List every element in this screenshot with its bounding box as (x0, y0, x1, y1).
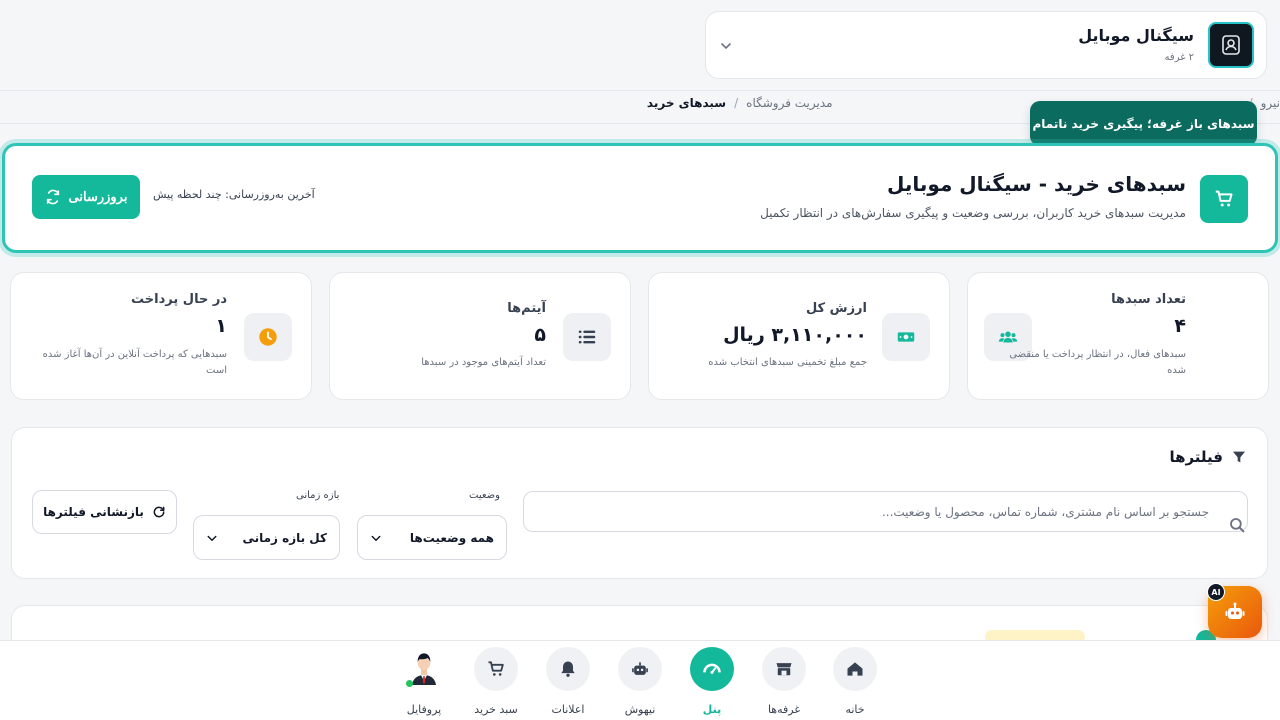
refresh-icon (46, 189, 59, 205)
store-selector[interactable]: سیگنال موبایل ۲ غرفه (705, 11, 1267, 79)
stat-label: ارزش کل (805, 301, 867, 316)
nav-label: پروفایل (406, 703, 442, 716)
avatar (404, 647, 444, 687)
reset-filters-button[interactable]: بازنشانی فیلترها (32, 490, 177, 534)
nav-item-panel[interactable]: پنل (682, 647, 742, 716)
cart-icon (1200, 175, 1248, 223)
money-icon (882, 313, 930, 361)
nav-label: پنل (702, 703, 722, 716)
guide-tooltip: سبدهای باز غرفه؛ پیگیری خرید ناتمام (1030, 101, 1257, 146)
chevron-down-icon (371, 535, 381, 541)
stat-label: تعداد سبدها (1111, 292, 1186, 307)
stat-value: ۵ (534, 324, 546, 346)
list-icon (563, 313, 611, 361)
filters-panel: فیلترها وضعیت همه وضعیت‌ها بازه زمانی کل… (11, 427, 1268, 579)
nav-label: غرفه‌ها (767, 703, 801, 716)
store-booth-count: ۲ غرفه (1164, 52, 1194, 63)
refresh-label: بروزرسانی (68, 189, 128, 204)
search-input[interactable] (524, 492, 1247, 531)
stat-value: ۳,۱۱۰,۰۰۰ ریال (723, 324, 867, 346)
robot-icon (618, 647, 662, 691)
store-name: سیگنال موبایل (1078, 26, 1194, 45)
nav-label: خانه (845, 703, 865, 716)
nav-item-stores[interactable]: غرفه‌ها (754, 647, 814, 716)
period-select-value: کل بازه زمانی (242, 530, 327, 545)
store-logo-icon (1222, 35, 1240, 55)
refresh-button[interactable]: بروزرسانی (32, 175, 140, 219)
nav-item-home[interactable]: خانه (825, 647, 885, 716)
stat-description: تعداد آیتم‌های موجود در سبدها (421, 357, 546, 368)
search-field[interactable] (523, 491, 1248, 532)
status-select[interactable]: همه وضعیت‌ها (357, 515, 507, 560)
reset-filters-label: بازنشانی فیلترها (43, 505, 144, 519)
stat-description: جمع مبلغ تخمینی سبدهای انتخاب شده (708, 357, 867, 368)
store-logo (1208, 22, 1254, 68)
reset-icon (153, 506, 165, 518)
page-subtitle: مدیریت سبدهای خرید کاربران، بررسی وضعیت … (760, 206, 1186, 220)
nav-item-notifications[interactable]: اعلانات (538, 647, 598, 716)
page-title: سبدهای خرید - سیگنال موبایل (887, 172, 1186, 196)
nav-item-cart[interactable]: سبد خرید (466, 647, 526, 716)
breadcrumb-item[interactable]: مدیریت فروشگاه (746, 96, 832, 110)
stat-value: ۱ (215, 315, 227, 337)
nav-item-ai[interactable]: نیهوش (610, 647, 670, 716)
stat-card-total-value: ارزش کل ۳,۱۱۰,۰۰۰ ریال جمع مبلغ تخمینی س… (648, 272, 950, 400)
stat-label: در حال پرداخت (131, 292, 227, 307)
search-icon (1230, 518, 1245, 533)
cart-icon (474, 647, 518, 691)
period-label: بازه زمانی (296, 490, 340, 501)
online-status-dot (406, 680, 413, 687)
period-select[interactable]: کل بازه زمانی (193, 515, 340, 560)
breadcrumb-item[interactable]: نیرو (1261, 96, 1280, 110)
ai-badge: AI (1207, 583, 1225, 601)
nav-item-profile[interactable]: پروفایل (394, 647, 454, 716)
bell-icon (546, 647, 590, 691)
nav-label: نیهوش (624, 703, 656, 716)
home-icon (833, 647, 877, 691)
stat-description: سبدهایی که پرداخت آنلاین در آن‌ها آغاز ش… (42, 349, 227, 376)
chevron-down-icon (207, 535, 217, 541)
nav-label: اعلانات (551, 703, 585, 716)
filters-title: فیلترها (1169, 448, 1223, 466)
breadcrumb-current: سبدهای خرید (646, 96, 727, 110)
robot-icon (1225, 602, 1245, 619)
nav-label: سبد خرید (474, 703, 518, 716)
breadcrumb-separator: / (734, 96, 739, 110)
stat-value: ۴ (1174, 315, 1186, 337)
stat-card-carts: تعداد سبدها ۴ سبدهای فعال، در انتظار پرد… (967, 272, 1269, 400)
filters-heading: فیلترها (1169, 448, 1247, 466)
dashboard-icon (690, 647, 734, 691)
page-header-card: سبدهای خرید - سیگنال موبایل مدیریت سبدها… (2, 143, 1278, 253)
last-update-text: آخرین به‌روزرسانی: چند لحظه پیش (153, 188, 315, 201)
stat-description: سبدهای فعال، در انتظار پرداخت یا منقضی ش… (1009, 349, 1186, 376)
store-icon (762, 647, 806, 691)
stat-card-paying: در حال پرداخت ۱ سبدهایی که پرداخت آنلاین… (10, 272, 312, 400)
status-select-value: همه وضعیت‌ها (409, 530, 494, 545)
filter-icon (1233, 451, 1245, 463)
status-label: وضعیت (469, 490, 500, 501)
clock-icon (244, 313, 292, 361)
stat-label: آیتم‌ها (507, 301, 546, 316)
bottom-navigation: خانه غرفه‌ها پنل (0, 640, 1280, 720)
chevron-down-icon[interactable] (718, 38, 734, 54)
stat-card-items: آیتم‌ها ۵ تعداد آیتم‌های موجود در سبدها (329, 272, 631, 400)
